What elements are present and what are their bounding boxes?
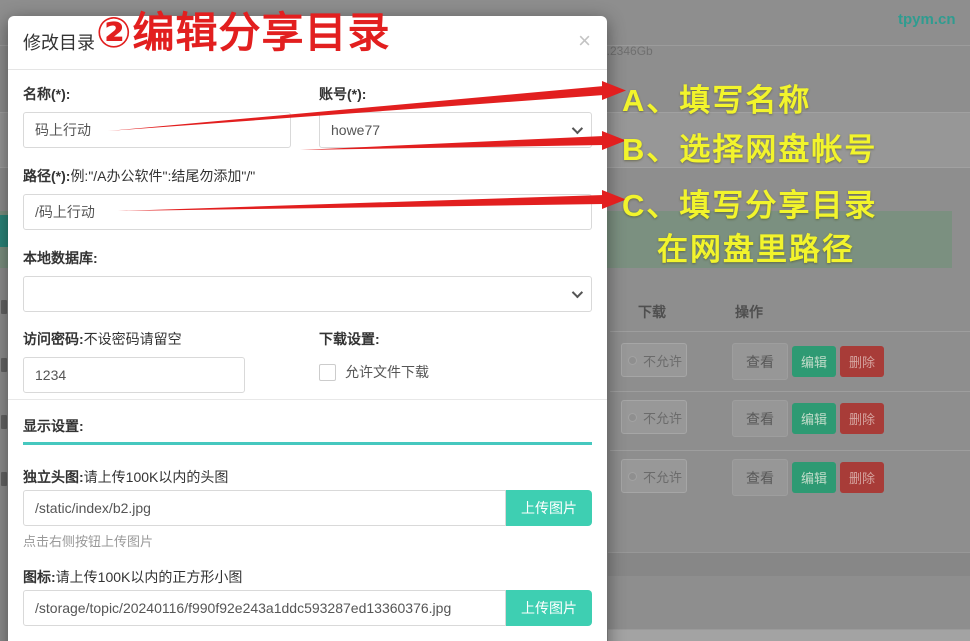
- view-button[interactable]: 查看: [732, 343, 788, 380]
- left-edge-teal-fragment: [0, 215, 8, 247]
- toggle-knob-icon: [628, 356, 637, 365]
- icon-image-row: 图标:请上传100K以内的正方形小图 上传图片: [23, 568, 592, 626]
- account-label: 账号(*):: [319, 85, 592, 103]
- head-image-label: 独立头图:请上传100K以内的头图: [23, 468, 592, 486]
- table-header-action: 操作: [735, 302, 763, 322]
- allow-download-label: 允许文件下载: [345, 362, 429, 382]
- upload-icon-image-button[interactable]: 上传图片: [506, 590, 592, 626]
- local-db-select[interactable]: [23, 276, 592, 312]
- chevron-down-icon: [572, 123, 583, 134]
- left-edge-fragment: [1, 472, 7, 486]
- account-select-value: howe77: [331, 122, 380, 138]
- edit-button[interactable]: 编辑: [792, 403, 836, 434]
- delete-button[interactable]: 删除: [840, 462, 884, 493]
- toggle-knob-icon: [628, 413, 637, 422]
- edit-button[interactable]: 编辑: [792, 346, 836, 377]
- password-label: 访问密码:不设密码请留空: [23, 330, 291, 348]
- local-db-row: 本地数据库:: [23, 249, 592, 312]
- background-footer-band: [608, 552, 970, 576]
- close-icon[interactable]: ×: [578, 30, 591, 52]
- section-divider: [8, 399, 607, 400]
- view-button[interactable]: 查看: [732, 400, 788, 437]
- path-input[interactable]: [23, 194, 592, 230]
- teal-section-rule: [23, 442, 592, 445]
- view-button[interactable]: 查看: [732, 459, 788, 496]
- password-input[interactable]: [23, 357, 245, 393]
- download-toggle[interactable]: 不允许: [621, 400, 687, 434]
- icon-image-input[interactable]: [23, 590, 506, 626]
- path-row: 路径(*):例:"/A办公软件":结尾勿添加"/": [23, 167, 592, 230]
- delete-button[interactable]: 删除: [840, 346, 884, 377]
- capacity-text-fragment: 7.2346Gb: [600, 44, 653, 58]
- password-download-row: 访问密码:不设密码请留空 下载设置: 允许文件下载: [23, 330, 592, 393]
- modal-header: 修改目录 ×: [8, 16, 607, 70]
- local-db-label: 本地数据库:: [23, 249, 592, 267]
- table-row: 不允许 查看 编辑 删除: [608, 343, 970, 383]
- table-row-divider: [610, 391, 970, 392]
- edit-button[interactable]: 编辑: [792, 462, 836, 493]
- head-image-input[interactable]: [23, 490, 506, 526]
- left-edge-fragment: [1, 358, 7, 372]
- download-settings-label: 下载设置:: [319, 330, 592, 348]
- name-label: 名称(*):: [23, 85, 291, 103]
- edit-directory-modal: 修改目录 × 名称(*): 账号(*): howe77 路径(*):例:"/A办…: [8, 16, 607, 641]
- table-row: 不允许 查看 编辑 删除: [608, 459, 970, 499]
- left-edge-fragment: [1, 415, 7, 429]
- table-row: 不允许 查看 编辑 删除: [608, 400, 970, 440]
- toggle-knob-icon: [628, 472, 637, 481]
- name-input[interactable]: [23, 112, 291, 148]
- display-settings-section: 显示设置:: [23, 417, 592, 445]
- account-select[interactable]: howe77: [319, 112, 592, 148]
- site-brand: tpym.cn: [898, 11, 956, 28]
- path-label: 路径(*):例:"/A办公软件":结尾勿添加"/": [23, 167, 592, 185]
- background-footer-band: [608, 629, 970, 641]
- modal-body: 名称(*): 账号(*): howe77 路径(*):例:"/A办公软件":结尾…: [8, 70, 607, 641]
- delete-button[interactable]: 删除: [840, 403, 884, 434]
- modal-title: 修改目录: [23, 33, 95, 53]
- left-edge-fragment: [1, 300, 7, 314]
- table-row-divider: [610, 450, 970, 451]
- table-row-divider: [610, 331, 970, 332]
- chevron-down-icon: [572, 287, 583, 298]
- display-settings-label: 显示设置:: [23, 417, 592, 435]
- upload-helper-text: 点击右侧按钮上传图片: [23, 535, 592, 549]
- upload-head-image-button[interactable]: 上传图片: [506, 490, 592, 526]
- allow-download-checkbox[interactable]: [319, 364, 336, 381]
- download-toggle[interactable]: 不允许: [621, 343, 687, 377]
- table-header-download: 下载: [638, 302, 666, 322]
- name-account-row: 名称(*): 账号(*): howe77: [23, 85, 592, 148]
- download-toggle[interactable]: 不允许: [621, 459, 687, 493]
- icon-image-label: 图标:请上传100K以内的正方形小图: [23, 568, 592, 586]
- head-image-row: 独立头图:请上传100K以内的头图 上传图片 点击右侧按钮上传图片: [23, 468, 592, 549]
